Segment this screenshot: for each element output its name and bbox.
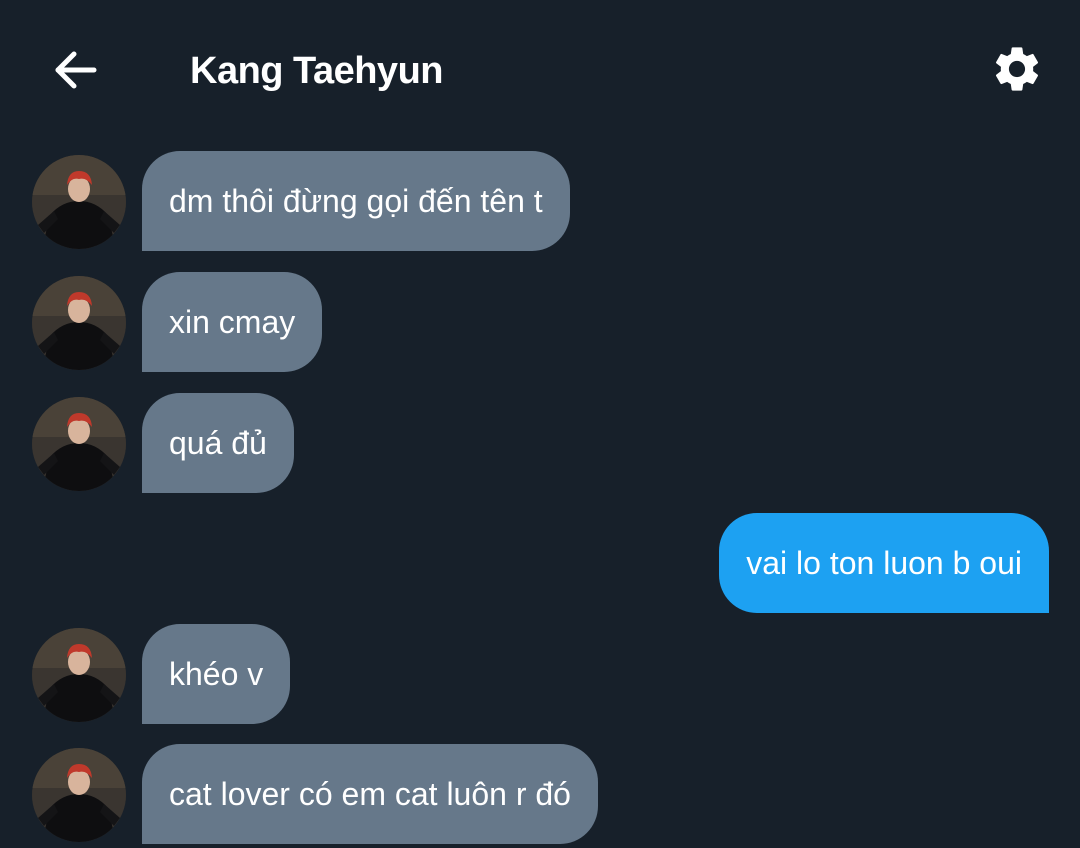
incoming-message-bubble[interactable]: cat lover có em cat luôn r đó [142, 744, 598, 844]
avatar[interactable] [32, 155, 126, 249]
avatar-photo [32, 155, 126, 249]
incoming-message-bubble[interactable]: quá đủ [142, 393, 294, 493]
message-row-incoming: khéo v [0, 624, 1080, 724]
avatar[interactable] [32, 397, 126, 491]
avatar-photo [32, 397, 126, 491]
avatar[interactable] [32, 276, 126, 370]
outgoing-message-bubble[interactable]: vai lo ton luon b oui [719, 513, 1049, 613]
avatar[interactable] [32, 628, 126, 722]
message-row-incoming: xin cmay [0, 272, 1080, 372]
incoming-message-bubble[interactable]: dm thôi đừng gọi đến tên t [142, 151, 570, 251]
avatar-photo [32, 628, 126, 722]
message-row-incoming: cat lover có em cat luôn r đó [0, 744, 1080, 844]
message-row-outgoing: vai lo ton luon b oui [0, 513, 1080, 613]
avatar-photo [32, 748, 126, 842]
avatar-photo [32, 276, 126, 370]
message-row-incoming: quá đủ [0, 393, 1080, 493]
incoming-message-bubble[interactable]: xin cmay [142, 272, 323, 372]
message-list[interactable]: dm thôi đừng gọi đến tên t xin cmay quá … [0, 0, 1080, 848]
avatar[interactable] [32, 748, 126, 842]
incoming-message-bubble[interactable]: khéo v [142, 624, 291, 724]
message-row-incoming: dm thôi đừng gọi đến tên t [0, 151, 1080, 251]
